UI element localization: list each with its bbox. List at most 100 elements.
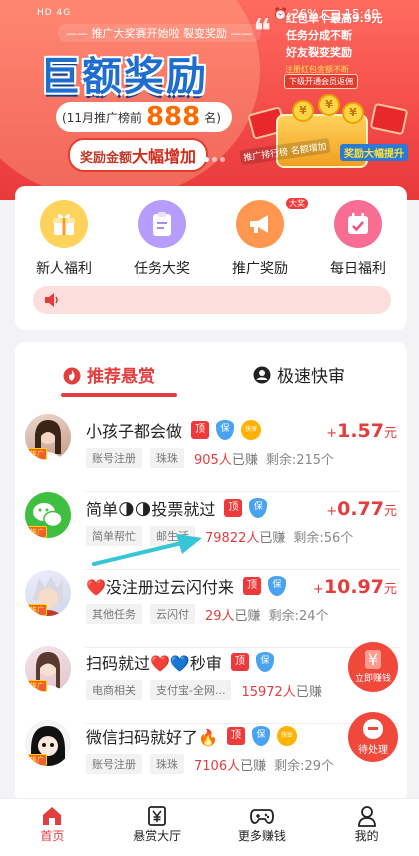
gift-icon [40,200,88,248]
quick-action-label: 新人福利 [36,261,92,277]
earned-number: 15972人 [241,684,296,700]
task-row[interactable]: 推广 小孩子都会做顶保快审 +1.57元 账号注册 珠珠 905人已赚 剩余:215个 [15,412,407,492]
task-reward: +1.57元 [326,420,397,442]
flame-icon [63,367,81,384]
rank-number: 888 [145,102,201,132]
nav-home[interactable]: 首页 [0,799,105,856]
top-badge: 顶 [226,727,245,745]
quick-action-daily[interactable]: 每日福利 [318,200,398,278]
carousel-dot[interactable] [204,157,209,162]
promo-banner[interactable]: HD 4G ⏰ 26% 15:40 —— 推广大奖赛开始啦 裂变奖励 —— 巨额奖… [0,0,419,200]
avatar: 推广 [25,720,71,766]
earned-count: 79822人已赚 [205,527,285,546]
avatar-tag: 推广 [27,680,47,692]
task-row[interactable]: 推广 简单🌗🌗投票就过顶保 +0.77元 简单帮忙 邮生活 79822人已赚 剩余:5… [15,490,407,570]
earned-count: 29人已赚 [205,605,261,624]
earned-suffix: 已赚 [259,530,286,546]
avatar-tag: 推广 [27,754,47,766]
tab-underline [61,393,177,397]
guarantee-shield-icon: 保 [249,498,268,518]
reward-unit: 元 [383,504,397,519]
carousel-dot[interactable] [212,157,217,162]
task-row[interactable]: 推广 ❤️没注册过云闪付来顶保 +10.97元 其他任务 云闪付 29人已赚 剩余:2… [15,568,407,648]
quick-action-label: 每日福利 [330,261,386,277]
rank-prefix: (11月推广榜前 [62,110,142,125]
coin-icon: ¥ [292,100,314,122]
reward-sign: + [326,504,338,519]
tab-fast-review[interactable]: 极速快审 [253,362,345,387]
platform-tag: 云闪付 [150,604,195,624]
pending-icon [363,718,383,739]
nav-more-earn[interactable]: 更多赚钱 [210,799,315,856]
nav-mine[interactable]: 我的 [314,799,419,856]
fast-review-badge: 快审 [276,726,297,746]
carousel-dot[interactable] [196,157,201,162]
task-title-row: 小孩子都会做顶保快审 [86,418,262,442]
earned-suffix: 已赚 [234,608,261,624]
banner-pill: 奖励金额大幅增加 [68,138,209,172]
reward-amount: 1.57 [337,420,384,442]
platform-tag: 支付宝-全网... [150,680,232,700]
user-circle-icon [253,366,271,383]
quick-action-label: 任务大奖 [134,261,190,277]
earned-number: 29人 [205,608,235,624]
reward-sign: + [312,582,324,597]
top-badge: 顶 [230,653,249,671]
task-title: ❤️没注册过云闪付来 [86,578,234,597]
reward-sign: + [326,426,338,441]
avatar-tag: 推广 [27,448,47,460]
carousel-dot[interactable] [220,157,225,162]
calendar-icon [334,200,382,248]
quick-action-task[interactable]: 任务大奖 [122,200,202,278]
announcement-bar[interactable] [33,286,391,314]
nav-label: 我的 [354,829,379,843]
tab-recommended[interactable]: 推荐悬赏 [63,362,155,387]
task-title: 扫码就过❤️💙秒审 [86,654,222,673]
avatar: 推广 [25,646,71,692]
banner-title: 巨额奖励 [40,54,208,100]
megaphone-icon [236,200,284,248]
task-meta: 账号注册 珠珠 7106人已赚 剩余:29个 [86,754,334,774]
earn-now-button[interactable]: ¥ 立即赚钱 [348,642,398,692]
nav-bounty-hall[interactable]: 悬赏大厅 [105,799,210,856]
fast-review-badge: 快审 [241,420,262,440]
category-tag: 账号注册 [86,754,142,774]
speaker-icon [45,293,58,307]
avatar-tag: 推广 [27,604,47,616]
wechat-avatar: 推广 [25,492,71,538]
task-title-row: 简单🌗🌗投票就过顶保 [86,496,268,520]
quick-action-newbie[interactable]: 新人福利 [24,200,104,278]
quick-actions-card: 新人福利 任务大奖 大奖 推广奖励 每日福利 [15,186,407,330]
red-envelope-icon [369,102,409,136]
quick-action-promo[interactable]: 大奖 推广奖励 [220,198,308,278]
task-title: 小孩子都会做 [86,422,183,441]
pending-button[interactable]: 待处理 [348,712,398,762]
task-title-row: ❤️没注册过云闪付来顶保 [86,574,286,598]
quick-action-label: 推广奖励 [232,261,288,277]
remaining-count: 剩余:24个 [268,608,329,624]
pointer-arrow-icon [92,534,202,566]
nav-label: 更多赚钱 [237,829,286,843]
pill-prefix: 奖励金额 [80,151,133,166]
remaining-count: 剩余:29个 [274,758,335,774]
remaining-count: 剩余:56个 [293,530,354,546]
reward-unit: 元 [383,582,397,597]
task-row[interactable]: 推广 扫码就过❤️💙秒审顶保 电商相关 支付宝-全网... 15972人已赚 [15,644,407,724]
reward-amount: 0.77 [337,498,384,520]
banner-top-text: —— 推广大奖赛开始啦 裂变奖励 —— [58,24,261,42]
right-line-1: 红包单个最高9.9元 [286,12,383,25]
yuan-icon: ¥ [364,650,382,669]
treasure-chest-illustration: ¥ ¥ ¥ 推广排行榜 名额增加 奖励大幅提升 [239,94,409,180]
task-reward: +10.97元 [313,576,397,598]
top-badge: 顶 [224,499,243,517]
banner-rank: (11月推广榜前 888 名) [56,102,232,132]
task-title: 微信扫码就好了🔥 [86,728,218,747]
banner-right-text: 红包单个最高9.9元 任务分成不断 好友裂变奖励 [286,10,383,61]
tab-label: 极速快审 [277,367,345,387]
reward-amount: 10.97 [323,576,384,598]
tab-label: 推荐悬赏 [87,367,155,387]
earned-count: 905人已赚 [194,449,258,468]
user-icon [314,805,419,827]
task-tabs: 推荐悬赏 极速快审 [15,362,407,402]
carousel-dots[interactable] [196,157,225,162]
